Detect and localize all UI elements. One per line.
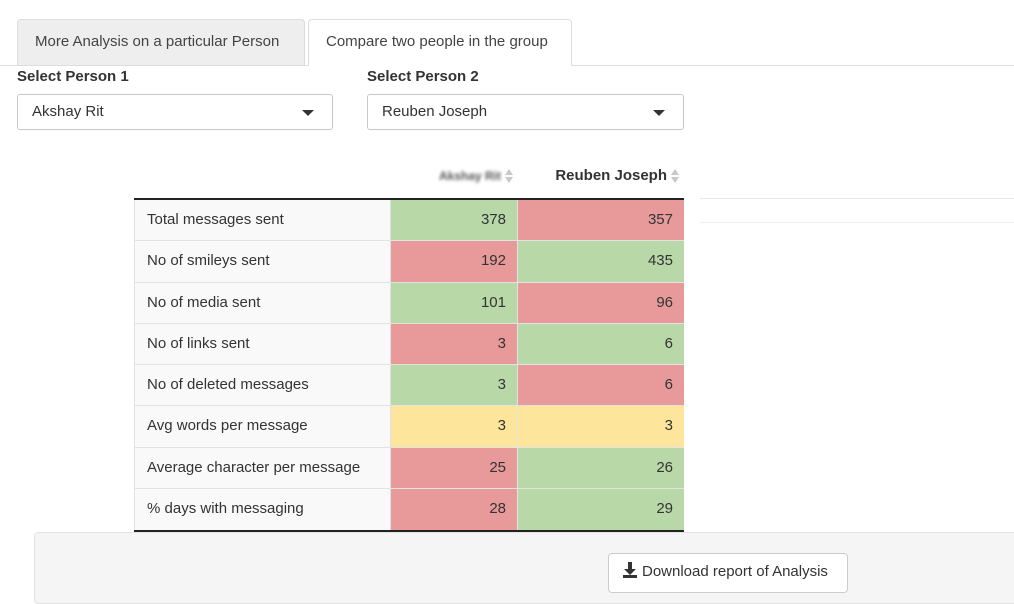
table-row: No of deleted messages 3 6 — [134, 365, 684, 407]
metric-label: No of smileys sent — [134, 241, 391, 282]
tab-bar: More Analysis on a particular Person Com… — [0, 0, 1014, 66]
metric-label: No of media sent — [134, 282, 391, 323]
select-person2-value: Reuben Joseph — [382, 103, 488, 120]
select-person2-dropdown[interactable]: Reuben Joseph — [367, 94, 684, 130]
column-header-person1-label: Akshay Rit — [438, 169, 501, 183]
table-row: % days with messaging 28 29 — [134, 489, 684, 531]
person1-value: 101 — [391, 282, 518, 323]
select-person1-value: Akshay Rit — [32, 103, 104, 120]
metric-label: Average character per message — [134, 447, 391, 489]
comparison-table: Total messages sent 378 357 No of smileys s… — [134, 198, 684, 533]
metric-label: Total messages sent — [134, 200, 391, 241]
metric-label: No of links sent — [134, 323, 391, 365]
column-header-person2[interactable]: Reuben Joseph — [518, 160, 680, 192]
metric-label: Avg words per message — [134, 406, 391, 447]
table-row: Avg words per message 3 3 — [134, 406, 684, 448]
divider — [700, 222, 1014, 223]
person1-value: 3 — [391, 365, 518, 406]
sort-icon — [671, 168, 680, 184]
table-row: Average character per message 25 26 — [134, 447, 684, 490]
person2-value: 96 — [518, 282, 684, 323]
table-row: No of links sent 3 6 — [134, 323, 684, 366]
person1-value: 25 — [391, 447, 518, 489]
person2-value: 6 — [518, 323, 684, 365]
person2-value: 29 — [518, 489, 684, 531]
table-row: Total messages sent 378 357 — [134, 200, 684, 242]
person1-value: 3 — [391, 406, 518, 447]
column-header-person2-label: Reuben Joseph — [555, 167, 667, 184]
download-icon — [623, 562, 637, 578]
table-row: No of media sent 101 96 — [134, 282, 684, 324]
person2-value: 26 — [518, 447, 684, 489]
person2-value: 357 — [518, 200, 684, 241]
person1-value: 28 — [391, 489, 518, 531]
person1-value: 192 — [391, 241, 518, 282]
person2-value: 6 — [518, 365, 684, 406]
tab-more-analysis[interactable]: More Analysis on a particular Person — [17, 19, 305, 65]
table-row: No of smileys sent 192 435 — [134, 241, 684, 283]
person1-value: 3 — [391, 323, 518, 365]
metric-label: No of deleted messages — [134, 365, 391, 406]
sort-icon — [505, 168, 514, 184]
download-panel — [34, 532, 1014, 604]
select-person1-label: Select Person 1 — [17, 68, 129, 85]
caret-down-icon — [653, 110, 665, 116]
select-person2-label: Select Person 2 — [367, 68, 479, 85]
person1-value: 378 — [391, 200, 518, 241]
metric-label: % days with messaging — [134, 489, 391, 531]
download-report-button[interactable]: Download report of Analysis — [608, 553, 848, 593]
person2-value: 3 — [518, 406, 684, 447]
caret-down-icon — [302, 110, 314, 116]
person2-value: 435 — [518, 241, 684, 282]
tab-compare-two-people[interactable]: Compare two people in the group — [308, 19, 572, 66]
select-person1-dropdown[interactable]: Akshay Rit — [17, 94, 333, 130]
download-report-label: Download report of Analysis — [642, 563, 828, 580]
column-header-person1[interactable]: Akshay Rit — [391, 160, 514, 192]
divider — [700, 198, 1014, 199]
